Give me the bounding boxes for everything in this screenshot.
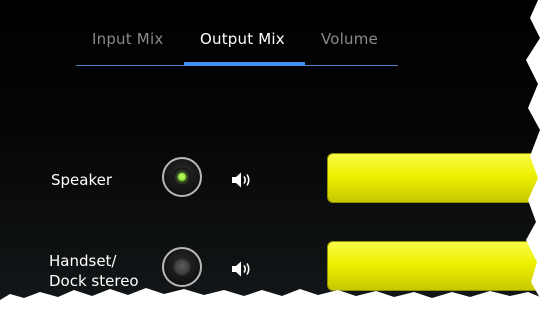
torn-edge-overlay (0, 0, 554, 319)
